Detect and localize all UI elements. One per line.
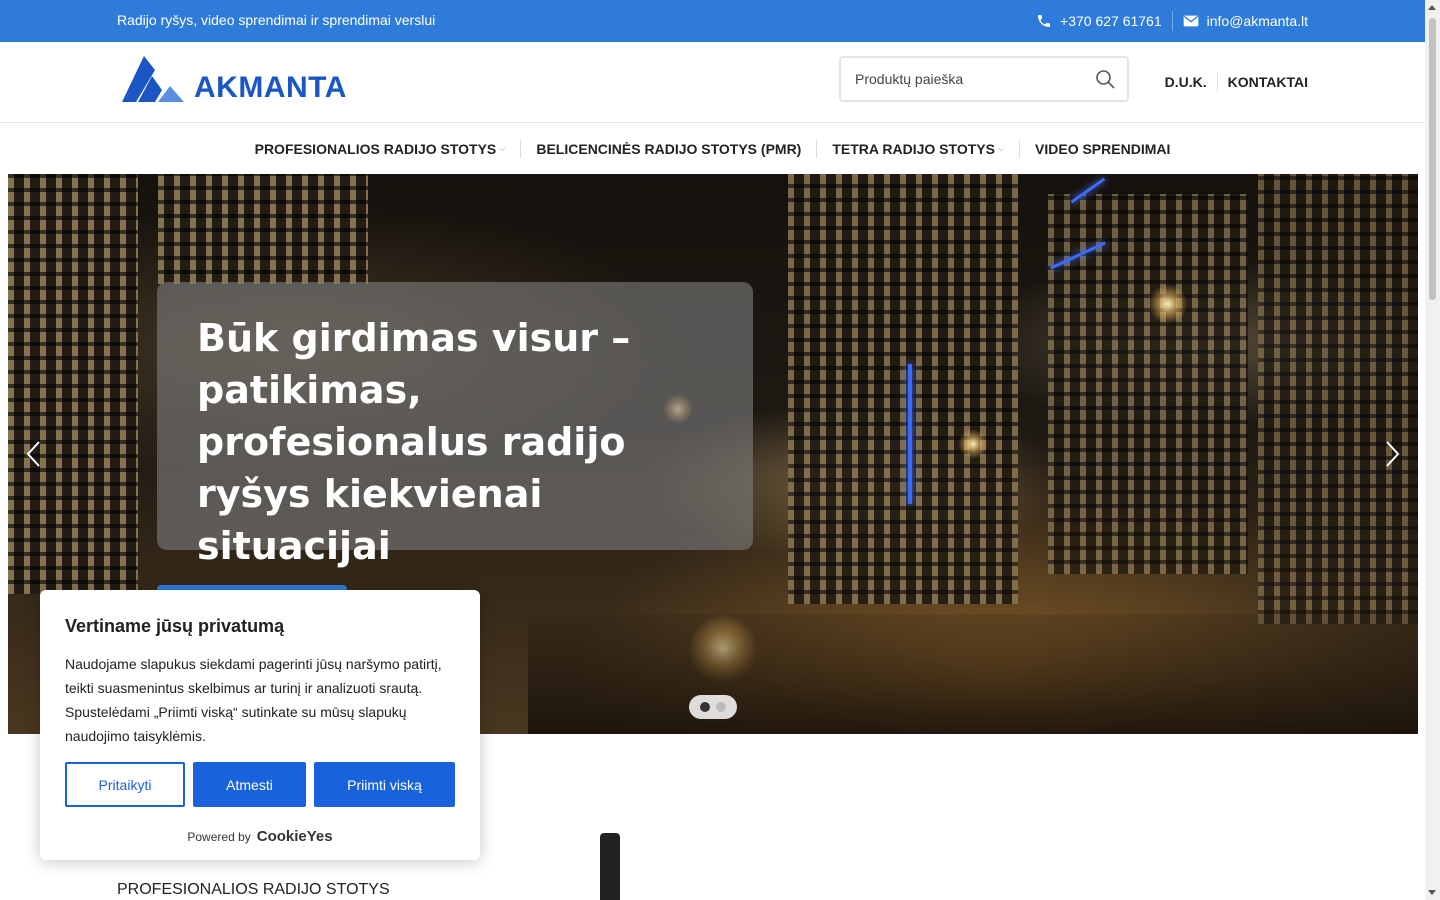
hero-background-light — [958, 429, 988, 459]
nav-item-tetra-radios[interactable]: TETRA RADIJO STOTYS ⌵ — [817, 141, 1019, 157]
site-header: AKMANTA D.U.K. KONTAKTAI — [0, 42, 1425, 123]
hero-caption-box: Būk girdimas visur – patikimas, profesio… — [157, 282, 753, 568]
customize-button[interactable]: Pritaikyti — [65, 762, 185, 807]
hero-background-building — [1048, 194, 1248, 574]
contact-info: +370 627 61761 info@akmanta.lt — [1036, 11, 1308, 31]
slider-dot[interactable] — [700, 702, 710, 712]
nav-item-label: TETRA RADIJO STOTYS — [832, 140, 995, 157]
header-links: D.U.K. KONTAKTAI — [1165, 73, 1308, 91]
nav-item-label: PROFESIONALIOS RADIJO STOTYS — [254, 140, 497, 157]
nav-item-professional-radios[interactable]: PROFESIONALIOS RADIJO STOTYS ⌵ — [240, 141, 521, 157]
slider-pagination — [689, 695, 737, 719]
phone-link[interactable]: +370 627 61761 — [1036, 13, 1162, 29]
search-icon[interactable] — [1095, 69, 1115, 94]
hero-title: Būk girdimas visur – patikimas, profesio… — [197, 316, 631, 568]
tagline: Radijo ryšys, video sprendimai ir sprend… — [117, 12, 436, 28]
nav-item-label: BELICENCINĖS RADIJO STOTYS (PMR) — [536, 140, 802, 157]
divider — [1216, 73, 1218, 91]
envelope-icon — [1183, 14, 1199, 28]
nav-item-label: VIDEO SPRENDIMAI — [1035, 140, 1171, 157]
nav-item-video-solutions[interactable]: VIDEO SPRENDIMAI — [1020, 141, 1185, 157]
contacts-link[interactable]: KONTAKTAI — [1228, 74, 1308, 90]
reject-button[interactable]: Atmesti — [193, 762, 306, 807]
powered-by: Powered by CookieYes — [40, 828, 480, 845]
faq-link[interactable]: D.U.K. — [1165, 74, 1207, 90]
powered-by-label: Powered by — [187, 829, 251, 844]
cookie-title: Vertiname jūsų privatumą — [65, 616, 285, 636]
hero-background-building — [8, 174, 138, 594]
nav-item-pmr-radios[interactable]: BELICENCINĖS RADIJO STOTYS (PMR) — [521, 141, 816, 157]
slider-prev-button[interactable] — [24, 439, 44, 469]
cookie-consent-banner: Vertiname jūsų privatumą Naudojame slapu… — [40, 590, 480, 860]
email-address: info@akmanta.lt — [1206, 13, 1308, 29]
chevron-down-icon: ⌵ — [499, 143, 506, 153]
search-input[interactable] — [855, 58, 1085, 100]
phone-icon — [1036, 13, 1052, 29]
logo[interactable]: AKMANTA — [122, 56, 347, 104]
hero-background-crowd — [528, 614, 1418, 734]
cookie-text: Naudojame slapukus siekdami pagerinti jū… — [65, 656, 442, 744]
chevron-right-icon — [1386, 441, 1400, 467]
cookieyes-logo[interactable]: CookieYes — [257, 828, 333, 845]
chevron-left-icon — [26, 441, 40, 467]
scroll-down-icon[interactable] — [1428, 890, 1436, 895]
logo-mark-icon — [122, 56, 184, 102]
slider-dot[interactable] — [716, 702, 726, 712]
phone-number: +370 627 61761 — [1060, 13, 1162, 29]
hero-background-building — [158, 174, 368, 284]
page-scrollbar[interactable] — [1425, 0, 1440, 900]
divider — [1171, 11, 1173, 31]
page: Radijo ryšys, video sprendimai ir sprend… — [0, 0, 1440, 900]
main-nav: PROFESIONALIOS RADIJO STOTYS ⌵ BELICENCI… — [0, 123, 1425, 174]
accept-all-button[interactable]: Priimti viską — [314, 762, 455, 807]
product-image[interactable] — [600, 833, 620, 900]
top-bar: Radijo ryšys, video sprendimai ir sprend… — [0, 0, 1425, 42]
hero-background-light — [1148, 284, 1188, 324]
hero-background-building — [788, 174, 1018, 604]
scroll-up-icon[interactable] — [1428, 5, 1436, 10]
email-link[interactable]: info@akmanta.lt — [1183, 13, 1308, 29]
hero-background-building — [1258, 174, 1418, 624]
logo-text: AKMANTA — [194, 71, 347, 104]
search-box — [839, 56, 1129, 102]
slider-next-button[interactable] — [1382, 439, 1402, 469]
chevron-down-icon: ⌵ — [997, 143, 1005, 153]
section-label[interactable]: PROFESIONALIOS RADIJO STOTYS — [117, 881, 390, 899]
scrollbar-thumb[interactable] — [1429, 18, 1436, 300]
hero-background-light — [908, 364, 912, 504]
